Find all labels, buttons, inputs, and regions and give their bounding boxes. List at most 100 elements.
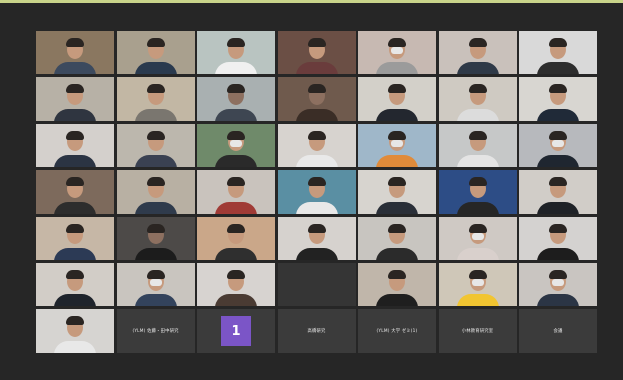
participant-video-tile[interactable] <box>358 77 436 121</box>
participant-silhouette <box>134 31 178 75</box>
participant-video-tile[interactable] <box>519 77 597 121</box>
participant-silhouette <box>295 217 339 260</box>
participant-silhouette <box>134 77 178 121</box>
participant-hair <box>146 177 165 187</box>
participant-video-tile[interactable] <box>36 123 114 168</box>
participant-video-tile[interactable] <box>438 170 517 214</box>
participant-video-tile[interactable] <box>116 170 195 214</box>
participant-silhouette <box>295 124 339 168</box>
participant-video-tile[interactable] <box>197 216 275 260</box>
participant-video-tile[interactable] <box>36 216 114 260</box>
participant-name: 高橋研究 <box>307 329 326 335</box>
participant-avatar-tile[interactable]: 1 <box>197 309 275 353</box>
participant-video-tile[interactable] <box>358 262 436 307</box>
participant-video-tile[interactable] <box>116 31 195 75</box>
participant-silhouette <box>214 263 258 307</box>
participant-body <box>215 62 257 75</box>
participant-body <box>376 247 418 260</box>
participant-hair <box>146 223 165 233</box>
participant-hair <box>468 84 487 94</box>
participant-video-tile[interactable] <box>438 262 517 307</box>
participant-video-tile[interactable] <box>519 170 597 214</box>
participant-video-tile[interactable] <box>438 77 517 121</box>
participant-silhouette <box>134 124 178 168</box>
participant-body <box>295 108 338 121</box>
participant-video-tile[interactable] <box>36 31 114 75</box>
participant-video-tile[interactable] <box>358 123 436 168</box>
face-mask <box>552 279 564 286</box>
participant-body <box>376 155 418 168</box>
participant-hair <box>388 84 406 94</box>
participant-body <box>54 201 96 214</box>
participant-body <box>537 155 579 168</box>
participant-video-tile[interactable] <box>438 31 517 75</box>
participant-silhouette <box>536 217 580 260</box>
participant-silhouette <box>375 217 419 260</box>
participant-hair <box>307 37 326 47</box>
participant-silhouette <box>214 31 258 75</box>
participant-silhouette <box>375 263 419 307</box>
participant-video-off-tile[interactable] <box>277 262 356 307</box>
face-mask <box>149 279 162 286</box>
participant-video-tile[interactable] <box>277 31 356 75</box>
participant-name-tile[interactable]: (YLM) 大学 ゼミ(1) <box>358 309 436 353</box>
participant-video-tile[interactable] <box>116 123 195 168</box>
participant-body <box>456 108 499 121</box>
participant-silhouette <box>536 170 580 214</box>
participant-video-tile[interactable] <box>519 123 597 168</box>
participant-video-tile[interactable] <box>438 216 517 260</box>
participant-video-tile[interactable] <box>116 262 195 307</box>
participant-video-tile[interactable] <box>519 216 597 260</box>
participant-video-tile[interactable] <box>197 77 275 121</box>
participant-hair <box>549 37 567 47</box>
participant-video-tile[interactable] <box>277 77 356 121</box>
participant-name-tile[interactable]: 高橋研究 <box>277 309 356 353</box>
participant-video-tile[interactable] <box>36 170 114 214</box>
participant-video-tile[interactable] <box>116 216 195 260</box>
participant-hair <box>468 130 487 140</box>
participant-hair <box>146 84 165 94</box>
participant-video-tile[interactable] <box>197 123 275 168</box>
participant-body <box>456 247 499 260</box>
participant-video-tile[interactable] <box>197 170 275 214</box>
participant-video-tile[interactable] <box>277 170 356 214</box>
participant-video-tile[interactable] <box>277 216 356 260</box>
participant-body <box>537 294 579 307</box>
participant-video-tile[interactable] <box>519 31 597 75</box>
participant-hair <box>468 177 487 187</box>
participant-hair <box>307 130 326 140</box>
participant-name-tile[interactable]: (YLM) 佐藤・田中研究 <box>116 309 195 353</box>
participant-video-tile[interactable] <box>358 216 436 260</box>
participant-video-tile[interactable] <box>519 262 597 307</box>
participant-video-tile[interactable] <box>358 170 436 214</box>
participant-video-tile[interactable] <box>438 123 517 168</box>
participant-video-tile[interactable] <box>36 77 114 121</box>
participant-hair <box>388 223 406 233</box>
face-mask <box>471 279 484 286</box>
participant-video-tile[interactable] <box>197 262 275 307</box>
participant-name-tile[interactable]: 会議 <box>519 309 597 353</box>
participant-silhouette <box>214 124 258 168</box>
participant-hair <box>66 37 84 47</box>
participant-silhouette <box>456 31 500 75</box>
participant-hair <box>388 130 406 140</box>
participant-body <box>456 155 499 168</box>
participant-video-tile[interactable] <box>36 309 114 353</box>
participant-silhouette <box>456 217 500 260</box>
participant-silhouette <box>536 124 580 168</box>
participant-hair <box>146 37 165 47</box>
face-mask <box>552 139 564 147</box>
participant-body <box>376 201 418 214</box>
participant-body <box>54 247 96 260</box>
participant-video-tile[interactable] <box>277 123 356 168</box>
participant-video-tile[interactable] <box>36 262 114 307</box>
participant-silhouette <box>53 170 97 214</box>
participant-body <box>54 155 96 168</box>
participant-video-tile[interactable] <box>197 31 275 75</box>
participant-name-tile[interactable]: 小林教育研究室 <box>438 309 517 353</box>
participant-silhouette <box>214 77 258 121</box>
participant-hair <box>307 84 326 94</box>
participant-body <box>295 247 338 260</box>
participant-video-tile[interactable] <box>116 77 195 121</box>
participant-video-tile[interactable] <box>358 31 436 75</box>
